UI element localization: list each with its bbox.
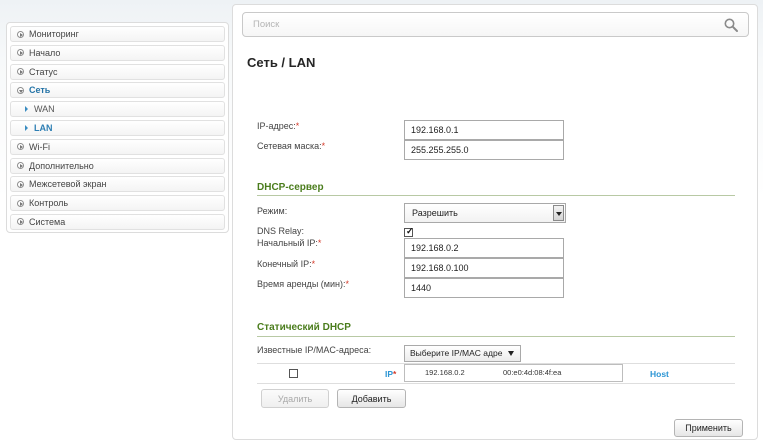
sidebar-item-control[interactable]: Контроль xyxy=(10,195,225,212)
sidebar-nav: Мониторинг Начало Статус Сеть WAN LAN Wi… xyxy=(6,22,229,233)
required-mark: * xyxy=(317,238,322,248)
search-input[interactable] xyxy=(243,13,748,36)
row-select-checkbox[interactable] xyxy=(289,369,298,378)
sidebar-item-system[interactable]: Система xyxy=(10,213,225,230)
table-divider xyxy=(257,383,735,384)
row-mac-field[interactable]: 00:e0:4d:08:4f:ea xyxy=(503,365,561,381)
required-mark: * xyxy=(321,141,326,151)
ip-address-label: IP-адрес:* xyxy=(257,121,300,131)
sidebar-item-label: Wi-Fi xyxy=(29,141,50,152)
bullet-icon xyxy=(17,49,24,57)
required-mark: * xyxy=(393,369,397,379)
arrow-right-icon xyxy=(25,124,28,131)
arrow-right-icon xyxy=(25,106,28,113)
bullet-icon xyxy=(17,218,24,226)
main-panel: Сеть / LAN IP-адрес:* 192.168.0.1 Сетева… xyxy=(232,4,758,440)
bullet-icon xyxy=(17,30,24,38)
check-icon: ✓ xyxy=(406,226,414,236)
known-addresses-select[interactable]: Выберите IP/MAC адре xyxy=(404,345,521,362)
end-ip-field[interactable]: 192.168.0.100 xyxy=(404,258,564,278)
table-row: 192.168.0.2 00:e0:4d:08:4f:ea xyxy=(404,364,623,382)
sidebar-item-label: Дополнительно xyxy=(29,160,94,171)
column-header-ip: IP* xyxy=(385,369,397,379)
start-ip-field[interactable]: 192.168.0.2 xyxy=(404,238,564,258)
sidebar-item-monitoring[interactable]: Мониторинг xyxy=(10,26,225,42)
sidebar-item-firewall[interactable]: Межсетевой экран xyxy=(10,176,225,193)
sidebar-subitem-wan[interactable]: WAN xyxy=(10,101,225,118)
dns-relay-label: DNS Relay: xyxy=(257,226,305,236)
end-ip-label: Конечный IP:* xyxy=(257,259,316,269)
add-button[interactable]: Добавить xyxy=(337,389,406,408)
static-dhcp-section-title: Статический DHCP xyxy=(257,322,351,333)
sidebar-item-label: Межсетевой экран xyxy=(29,179,107,190)
bullet-icon xyxy=(17,180,24,188)
dhcp-mode-label: Режим: xyxy=(257,206,288,216)
sidebar-item-label: LAN xyxy=(34,122,53,133)
search-icon[interactable] xyxy=(723,17,739,33)
subnet-mask-field[interactable]: 255.255.255.0 xyxy=(404,140,564,160)
sidebar-subitem-lan[interactable]: LAN xyxy=(10,119,225,136)
bullet-icon xyxy=(17,68,24,76)
row-ip-field[interactable]: 192.168.0.2 xyxy=(425,365,465,381)
sidebar-item-label: Статус xyxy=(29,66,58,77)
bullet-icon xyxy=(17,162,24,170)
sidebar-item-label: Контроль xyxy=(29,198,69,209)
sidebar-item-label: Мониторинг xyxy=(29,29,79,39)
sidebar-item-label: Система xyxy=(29,216,66,227)
sidebar-item-advanced[interactable]: Дополнительно xyxy=(10,157,225,174)
dns-relay-checkbox[interactable]: ✓ xyxy=(404,226,414,237)
sidebar-item-wifi[interactable]: Wi-Fi xyxy=(10,138,225,155)
sidebar-item-label: Сеть xyxy=(29,85,51,96)
section-divider xyxy=(257,195,735,196)
bullet-icon xyxy=(17,86,24,94)
delete-button[interactable]: Удалить xyxy=(261,389,329,408)
caret-down-icon xyxy=(508,351,514,356)
bullet-icon xyxy=(17,199,24,207)
dhcp-section-title: DHCP-сервер xyxy=(257,182,324,193)
start-ip-label: Начальный IP:* xyxy=(257,238,322,248)
page-title: Сеть / LAN xyxy=(247,55,316,70)
dhcp-mode-select[interactable]: Разрешить xyxy=(404,203,566,223)
subnet-mask-label: Сетевая маска:* xyxy=(257,141,326,151)
lease-time-field[interactable]: 1440 xyxy=(404,278,564,298)
search-box xyxy=(242,12,749,37)
sidebar-item-label: Начало xyxy=(29,47,61,58)
required-mark: * xyxy=(345,279,349,289)
chevron-down-icon xyxy=(553,205,564,221)
bullet-icon xyxy=(17,143,24,151)
required-mark: * xyxy=(295,121,300,131)
section-divider xyxy=(257,336,735,337)
sidebar-item-status[interactable]: Статус xyxy=(10,63,225,80)
known-addresses-label: Известные IP/MAC-адреса: xyxy=(257,345,372,355)
column-header-host: Host xyxy=(650,369,669,379)
sidebar-item-label: WAN xyxy=(34,104,55,115)
apply-button[interactable]: Применить xyxy=(674,419,743,437)
required-mark: * xyxy=(311,259,316,269)
sidebar-item-network[interactable]: Сеть xyxy=(10,82,225,99)
lease-time-label: Время аренды (мин):* xyxy=(257,279,349,289)
sidebar-item-start[interactable]: Начало xyxy=(10,44,225,61)
ip-address-field[interactable]: 192.168.0.1 xyxy=(404,120,564,140)
